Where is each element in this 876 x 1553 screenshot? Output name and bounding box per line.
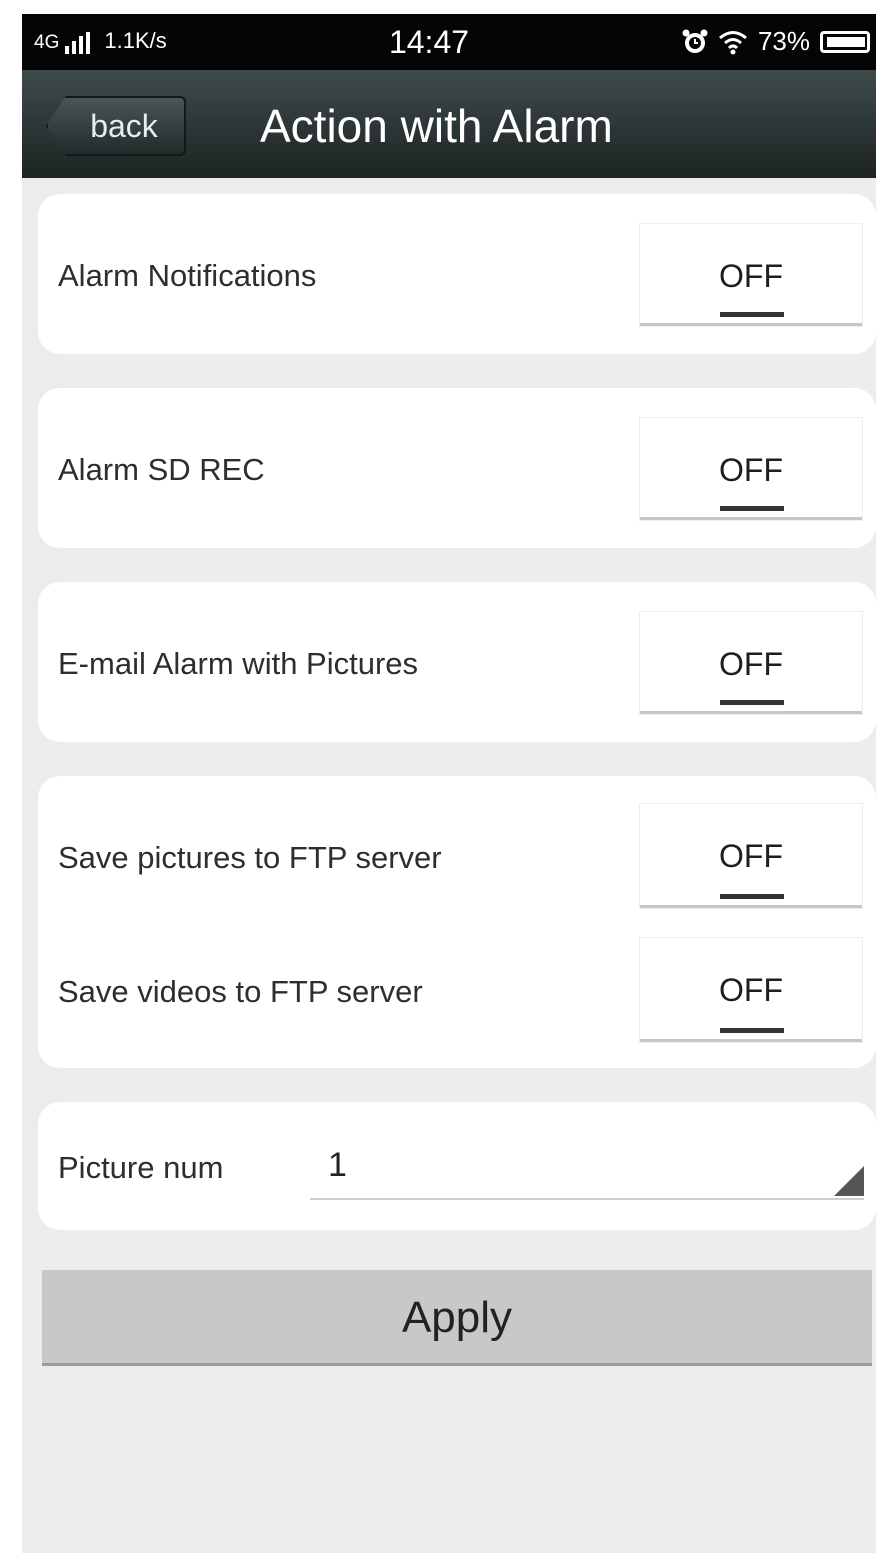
page-title: Action with Alarm [260, 100, 613, 152]
setting-card-picture-num: Picture num 1 [38, 1102, 876, 1230]
email-alarm-toggle[interactable]: OFF [640, 612, 862, 714]
setting-card-alarm-sd-rec: Alarm SD REC OFF [38, 388, 876, 548]
status-icons: 73% [682, 26, 870, 57]
toggle-underline [720, 700, 784, 705]
toggle-value: OFF [719, 838, 783, 874]
setting-label: Save videos to FTP server [58, 974, 423, 1009]
ftp-videos-toggle[interactable]: OFF [640, 938, 862, 1042]
setting-card-alarm-notifications: Alarm Notifications OFF [38, 194, 876, 354]
toggle-value: OFF [719, 972, 783, 1008]
setting-label: Save pictures to FTP server [58, 840, 442, 875]
setting-card-ftp: Save pictures to FTP server OFF Save vid… [38, 776, 876, 1068]
toggle-value: OFF [719, 646, 783, 682]
phone-screen: 4G 1.1K/s 14:47 73% back Action with Ala… [22, 14, 876, 1553]
toggle-underline [720, 894, 784, 899]
toggle-underline [720, 1028, 784, 1033]
alarm-sd-rec-toggle[interactable]: OFF [640, 418, 862, 520]
back-button[interactable]: back [46, 96, 186, 156]
nav-bar: back Action with Alarm [22, 70, 876, 178]
toggle-underline [720, 312, 784, 317]
setting-label: Alarm Notifications [58, 258, 317, 293]
picture-num-select[interactable]: 1 [310, 1136, 864, 1200]
setting-label: E-mail Alarm with Pictures [58, 646, 419, 681]
dropdown-arrow-icon [834, 1166, 864, 1196]
picture-num-value: 1 [328, 1146, 347, 1184]
setting-label: Alarm SD REC [58, 452, 265, 487]
ftp-pictures-toggle[interactable]: OFF [640, 804, 862, 908]
battery-percent: 73% [757, 26, 810, 56]
status-bar: 4G 1.1K/s 14:47 73% [22, 14, 876, 70]
toggle-value: OFF [719, 258, 783, 294]
toggle-underline [720, 506, 784, 511]
alarm-clock-icon [682, 29, 708, 53]
battery-icon [820, 30, 870, 53]
apply-button[interactable]: Apply [42, 1270, 872, 1366]
setting-card-email-alarm: E-mail Alarm with Pictures OFF [38, 582, 876, 742]
alarm-notifications-toggle[interactable]: OFF [640, 224, 862, 326]
toggle-value: OFF [719, 452, 783, 488]
picture-num-label: Picture num [58, 1150, 224, 1185]
wifi-icon [718, 30, 747, 54]
